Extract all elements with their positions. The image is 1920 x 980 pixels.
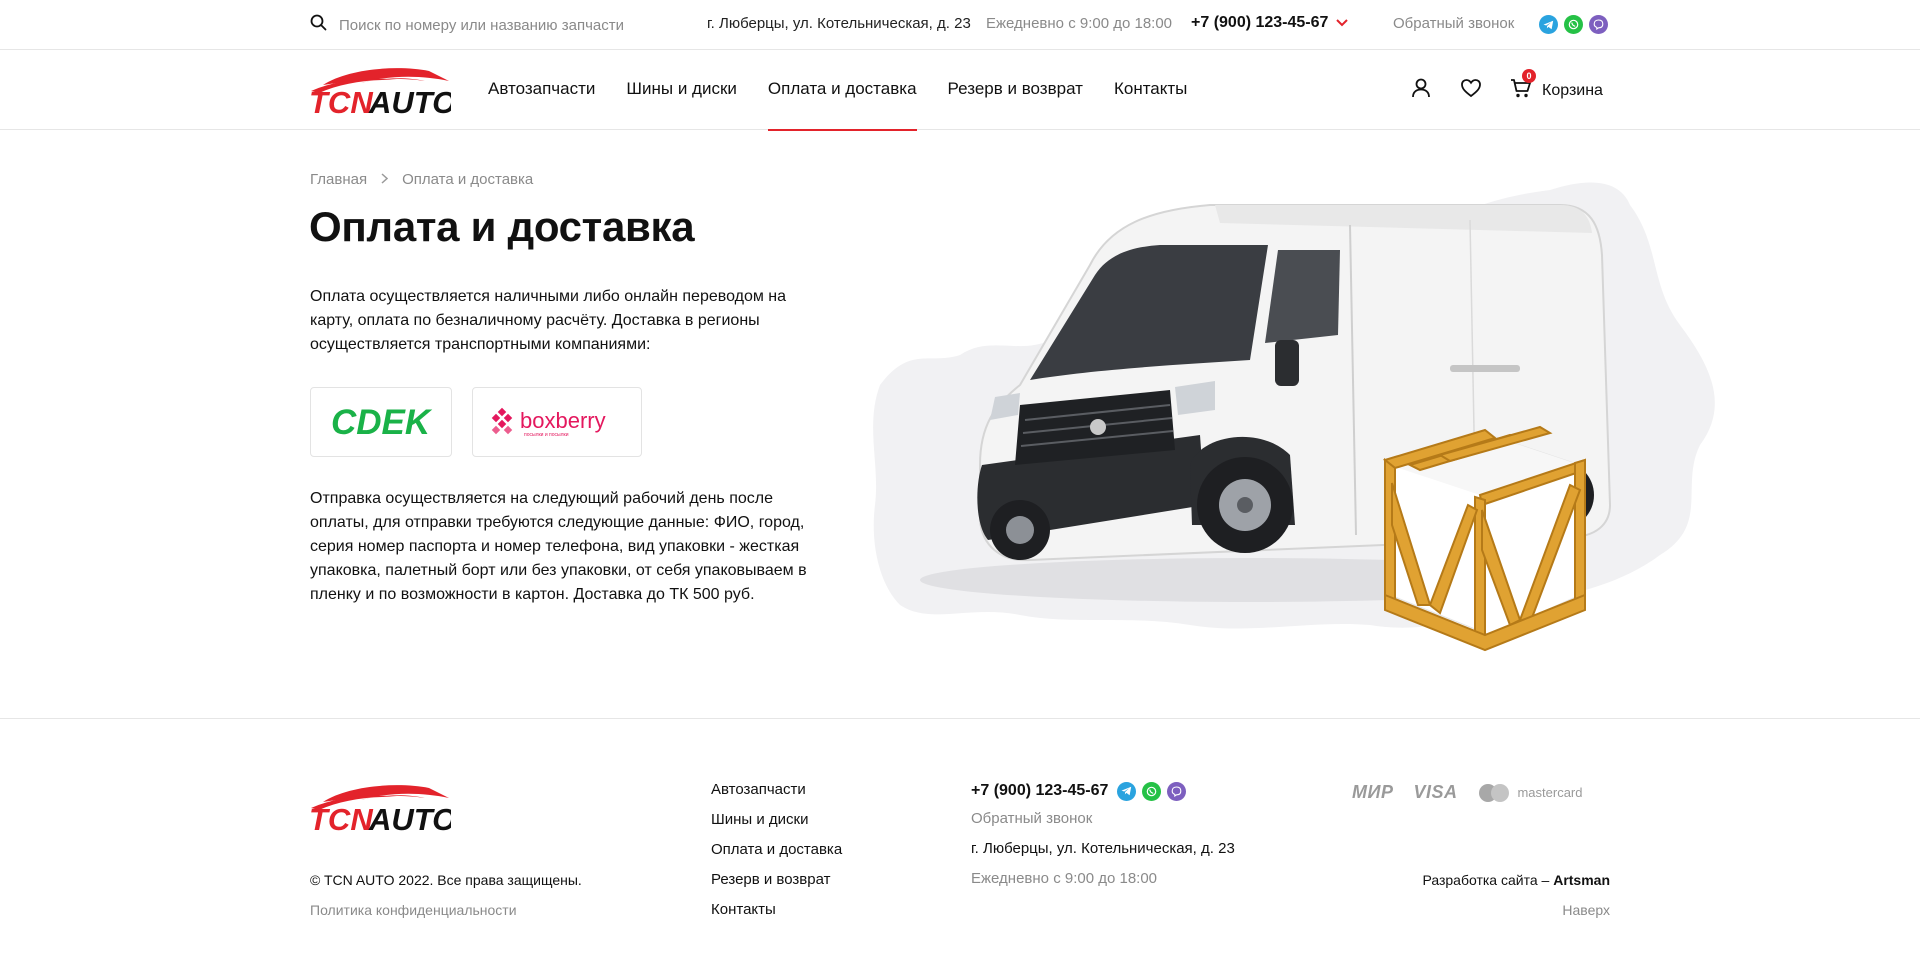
visa-logo: VISA — [1413, 782, 1458, 802]
breadcrumb-current: Оплата и доставка — [402, 171, 534, 188]
chevron-down-icon[interactable] — [1336, 14, 1349, 32]
footer-nav: Автозапчасти Шины и диски Оплата и доста… — [711, 781, 842, 918]
boxberry-logo-text: boxberry — [520, 408, 606, 433]
whatsapp-icon[interactable] — [1142, 781, 1162, 801]
mastercard-logo: mastercard — [1477, 783, 1583, 803]
nav-item-payment-delivery[interactable]: Оплата и доставка — [767, 50, 917, 131]
cart-label[interactable]: Корзина — [1542, 82, 1603, 100]
nav-item-tires[interactable]: Шины и диски — [626, 50, 736, 130]
store-address: г. Люберцы, ул. Котельническая, д. 23 — [707, 15, 971, 32]
footer-logo[interactable]: TCN AUTO — [309, 780, 456, 837]
main-header: TCN AUTO Автозапчасти Шины и диски Оплат… — [0, 50, 1920, 131]
page-title: Оплата и доставка — [309, 203, 695, 250]
copyright: © TCN AUTO 2022. Все права защищены. — [310, 872, 582, 888]
payment-intro-text: Оплата осуществляется наличными либо онл… — [310, 288, 787, 353]
heart-icon[interactable] — [1460, 78, 1482, 103]
viber-icon[interactable] — [1589, 15, 1608, 34]
cdek-logo[interactable]: CDEK — [310, 387, 452, 457]
footer-link-tires[interactable]: Шины и диски — [711, 811, 842, 828]
search-icon[interactable] — [310, 14, 327, 36]
breadcrumb: Главная Оплата и доставка — [310, 171, 533, 188]
footer-hours: Ежедневно с 9:00 до 18:00 — [971, 870, 1158, 887]
chevron-right-icon — [381, 171, 389, 188]
shipping-info-text: Отправка осуществляется на следующий раб… — [310, 490, 807, 603]
footer-link-autoparts[interactable]: Автозапчасти — [711, 781, 842, 798]
footer-address: г. Люберцы, ул. Котельническая, д. 23 — [971, 840, 1235, 857]
privacy-policy-link[interactable]: Политика конфиденциальности — [310, 902, 517, 918]
footer-link-payment-delivery[interactable]: Оплата и доставка — [711, 841, 842, 858]
search-bar[interactable]: Поиск по номеру или названию запчасти — [310, 14, 624, 36]
footer-messengers — [1117, 781, 1187, 801]
nav-item-reserve-return[interactable]: Резерв и возврат — [948, 50, 1083, 130]
cart-button[interactable]: 0 Корзина — [1510, 69, 1603, 104]
developer-prefix: Разработка сайта – — [1422, 872, 1554, 888]
telegram-icon[interactable] — [1539, 15, 1558, 34]
phone-number[interactable]: +7 (900) 123-45-67 — [1191, 14, 1328, 32]
delivery-van-illustration — [870, 165, 1720, 665]
main-nav: Автозапчасти Шины и диски Оплата и доста… — [488, 50, 1218, 131]
header-icons: 0 Корзина — [1410, 69, 1603, 104]
top-bar: Поиск по номеру или названию запчасти г.… — [0, 0, 1920, 50]
messengers — [1539, 15, 1608, 34]
footer-link-reserve-return[interactable]: Резерв и возврат — [711, 871, 842, 888]
footer-phone[interactable]: +7 (900) 123-45-67 — [971, 782, 1108, 800]
nav-item-contacts[interactable]: Контакты — [1114, 50, 1187, 130]
delivery-partners: CDEK boxberry посылки и посылки — [310, 387, 642, 457]
footer-contacts: +7 (900) 123-45-67 Обратный звонок г. Лю… — [971, 781, 1235, 887]
footer-link-contacts[interactable]: Контакты — [711, 901, 842, 918]
boxberry-logo[interactable]: boxberry посылки и посылки — [472, 387, 642, 457]
logo[interactable]: TCN AUTO — [309, 63, 456, 120]
viber-icon[interactable] — [1167, 781, 1187, 801]
whatsapp-icon[interactable] — [1564, 15, 1583, 34]
footer: TCN AUTO © TCN AUTO 2022. Все права защи… — [0, 718, 1920, 980]
callback-link[interactable]: Обратный звонок — [1393, 15, 1514, 32]
mir-logo: МИР — [1352, 782, 1394, 802]
breadcrumb-home[interactable]: Главная — [310, 171, 367, 188]
developer-credit: Разработка сайта – Artsman — [1422, 872, 1610, 888]
phone-dropdown[interactable]: +7 (900) 123-45-67 — [1191, 14, 1349, 32]
telegram-icon[interactable] — [1117, 781, 1137, 801]
mastercard-text: mastercard — [1517, 785, 1583, 800]
cdek-logo-text: CDEK — [331, 404, 433, 440]
user-icon[interactable] — [1410, 77, 1432, 104]
svg-text:TCN: TCN — [309, 85, 373, 117]
footer-callback-link[interactable]: Обратный звонок — [971, 810, 1235, 827]
payment-systems: МИР VISA mastercard — [1352, 782, 1583, 803]
svg-text:AUTO: AUTO — [368, 85, 451, 117]
back-to-top-link[interactable]: Наверх — [1562, 902, 1610, 918]
developer-link[interactable]: Artsman — [1553, 872, 1610, 888]
boxberry-tagline: посылки и посылки — [524, 432, 569, 438]
cart-count-badge: 0 — [1522, 69, 1536, 83]
working-hours: Ежедневно с 9:00 до 18:00 — [986, 15, 1173, 32]
footer-phone-row: +7 (900) 123-45-67 — [971, 781, 1235, 801]
nav-item-autoparts[interactable]: Автозапчасти — [488, 50, 595, 130]
svg-text:AUTO: AUTO — [368, 802, 451, 834]
svg-text:TCN: TCN — [309, 802, 373, 834]
search-input[interactable]: Поиск по номеру или названию запчасти — [339, 17, 624, 34]
